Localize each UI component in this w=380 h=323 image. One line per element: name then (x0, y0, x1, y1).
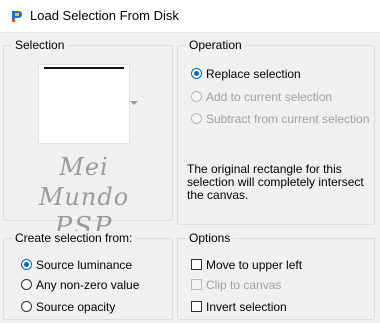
radio-unchecked-icon[interactable] (21, 301, 32, 312)
radio-any-non-zero[interactable]: Any non-zero value (21, 276, 139, 294)
checkbox-label: Move to upper left (206, 258, 303, 272)
radio-source-opacity[interactable]: Source opacity (21, 298, 115, 316)
radio-label: Source luminance (36, 258, 133, 272)
radio-add-to-selection[interactable]: Add to current selection (191, 88, 332, 106)
watermark-line-1: Mei Mundo (38, 153, 130, 211)
checkbox-disabled-icon[interactable] (191, 279, 202, 290)
preview-dropdown-arrow-icon[interactable] (130, 101, 138, 105)
radio-checked-icon[interactable] (21, 259, 32, 270)
radio-label: Add to current selection (206, 90, 333, 104)
radio-subtract-from-selection[interactable]: Subtract from current selection (191, 110, 369, 128)
radio-label: Subtract from current selection (206, 112, 370, 126)
radio-replace-selection[interactable]: Replace selection (191, 65, 301, 83)
title-bar: Load Selection From Disk (0, 0, 380, 33)
options-group-label: Options (186, 231, 234, 246)
selection-preview[interactable] (38, 64, 130, 144)
checkbox-clip-to-canvas[interactable]: Clip to canvas (191, 276, 281, 294)
radio-disabled-icon[interactable] (191, 113, 202, 124)
intersection-info-text: The original rectangle for this selectio… (187, 162, 364, 202)
checkbox-icon[interactable] (191, 301, 202, 312)
checkbox-invert-selection[interactable]: Invert selection (191, 298, 287, 316)
checkbox-label: Invert selection (206, 300, 287, 314)
checkbox-move-to-upper-left[interactable]: Move to upper left (191, 256, 302, 274)
radio-source-luminance[interactable]: Source luminance (21, 256, 132, 274)
create-from-group-label: Create selection from: (12, 231, 136, 246)
checkbox-label: Clip to canvas (206, 278, 282, 292)
watermark: Mei Mundo PSP (18, 152, 150, 242)
selection-group-label: Selection (12, 38, 68, 53)
selection-rectangle-marker (44, 67, 124, 69)
paintshop-app-icon (10, 9, 24, 23)
radio-unchecked-icon[interactable] (21, 279, 32, 290)
radio-disabled-icon[interactable] (191, 91, 202, 102)
window-title: Load Selection From Disk (30, 8, 179, 23)
radio-checked-icon[interactable] (191, 68, 202, 79)
radio-label: Replace selection (206, 67, 301, 81)
radio-label: Source opacity (36, 300, 116, 314)
checkbox-icon[interactable] (191, 259, 202, 270)
radio-label: Any non-zero value (36, 278, 140, 292)
operation-group-label: Operation (186, 38, 245, 53)
